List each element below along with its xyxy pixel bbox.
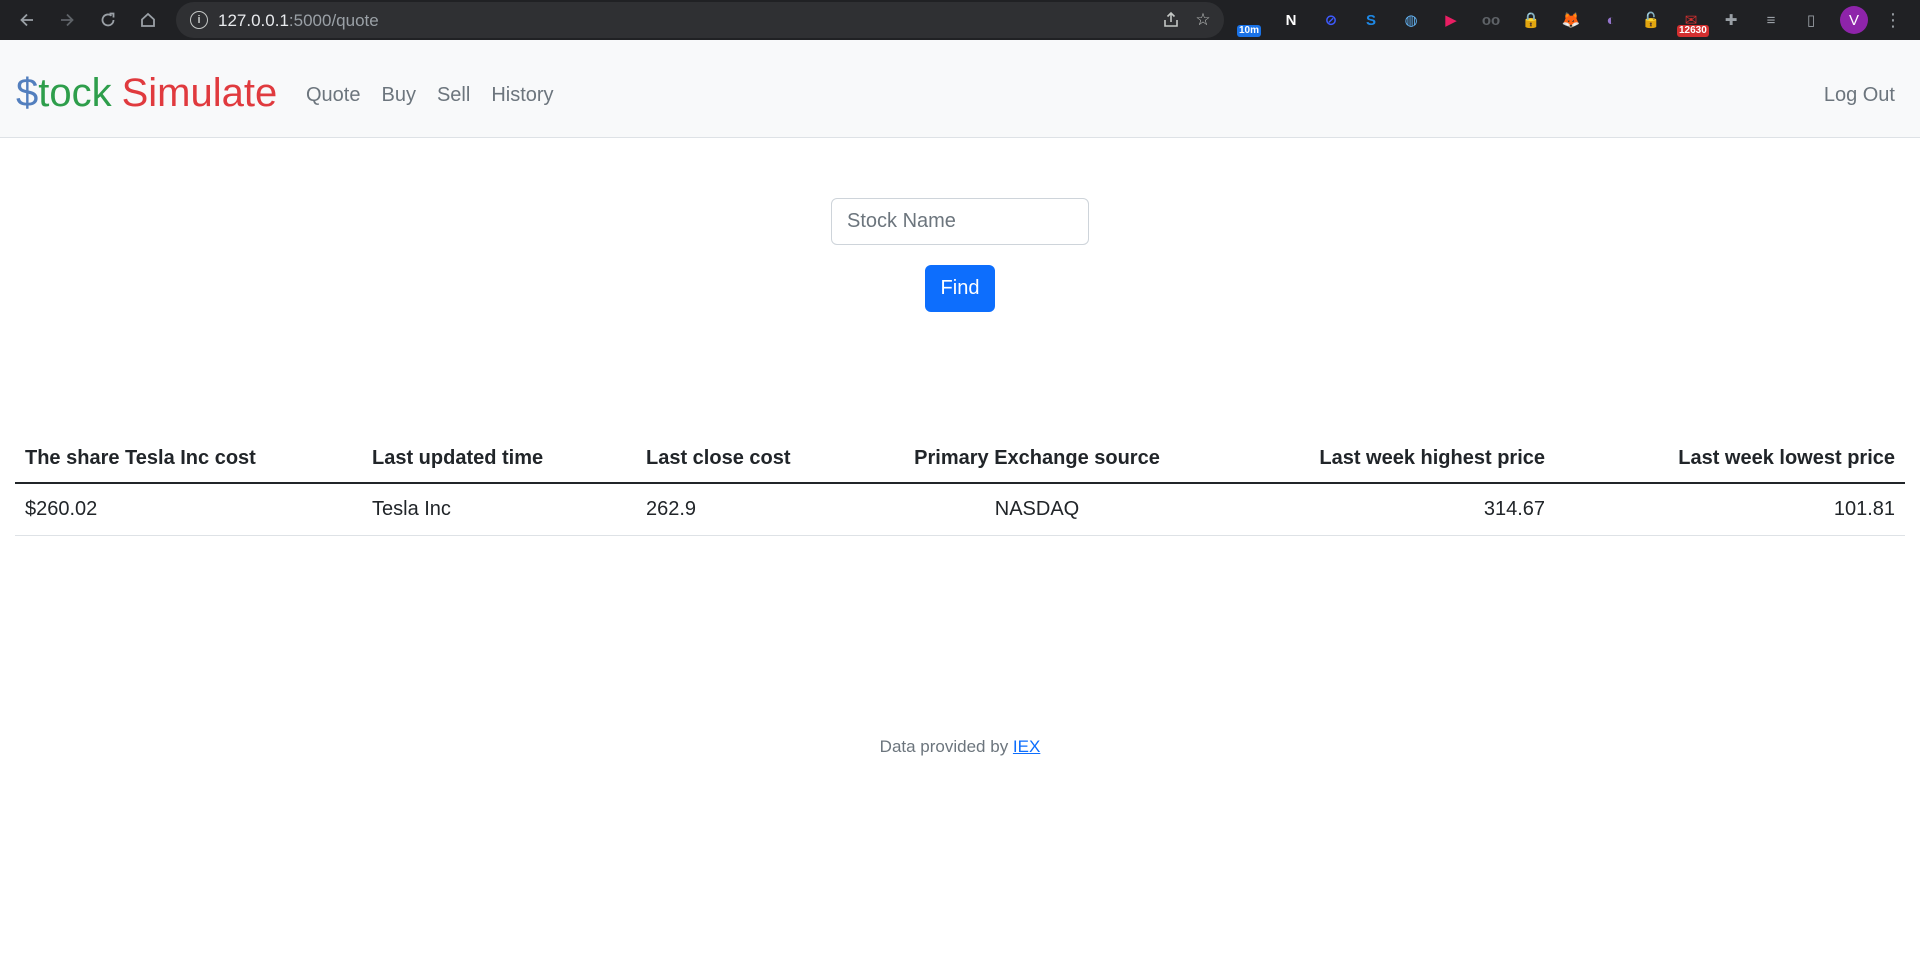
share-icon[interactable] <box>1160 9 1182 31</box>
unlock-icon-glyph: 🔓 <box>1641 12 1661 29</box>
metamask-icon-glyph: 🦊 <box>1561 12 1581 29</box>
reload-icon[interactable] <box>95 7 121 33</box>
find-button[interactable]: Find <box>925 265 995 312</box>
block-icon[interactable]: ⊘ <box>1319 8 1343 32</box>
profile-avatar[interactable]: V <box>1840 6 1868 34</box>
youtube-icon[interactable]: ▶ <box>1439 8 1463 32</box>
translate-icon-glyph: ◍ <box>1404 12 1418 29</box>
shazam-icon-glyph: S <box>1365 11 1376 29</box>
quote-table: The share Tesla Inc cost Last updated ti… <box>15 435 1905 536</box>
home-icon[interactable] <box>135 7 161 33</box>
address-url[interactable]: 127.0.0.1:5000/quote <box>218 11 379 31</box>
nav-sell-link[interactable]: Sell <box>437 84 470 107</box>
app-navbar: $tock Simulate Quote Buy Sell History Log… <box>0 40 1920 138</box>
stock-name-input[interactable] <box>831 198 1089 245</box>
forward-arrow-icon[interactable] <box>54 7 80 33</box>
address-bar[interactable]: i 127.0.0.1:5000/quote ☆ <box>176 2 1224 38</box>
sidepanel-icon[interactable]: ▯ <box>1799 8 1823 32</box>
lock-icon[interactable]: 🔒 <box>1519 8 1543 32</box>
lock-icon-glyph: 🔒 <box>1521 12 1541 29</box>
notion-icon-glyph: N <box>1285 11 1297 29</box>
table-header-row: The share Tesla Inc cost Last updated ti… <box>15 435 1905 484</box>
table-row: $260.02 Tesla Inc 262.9 NASDAQ 314.67 10… <box>15 483 1905 536</box>
header-week-high: Last week highest price <box>1205 435 1555 484</box>
ghost-icon[interactable]: ◐ <box>1599 8 1623 32</box>
cell-last-updated: Tesla Inc <box>362 483 636 536</box>
bookmark-star-icon[interactable]: ☆ <box>1192 9 1214 31</box>
nav-quote-link[interactable]: Quote <box>306 84 360 107</box>
iex-link[interactable]: IEX <box>1013 737 1040 756</box>
reader-icon[interactable]: oo <box>1479 8 1503 32</box>
logout-link[interactable]: Log Out <box>1824 84 1895 107</box>
mail-badge: 12630 <box>1677 25 1709 37</box>
browser-toolbar: i 127.0.0.1:5000/quote ☆ 10m N ⊘ S ◍ ▶ oo 🔒 🦊 ◐ 🔓 ✉… <box>0 0 1920 40</box>
nav-buy-link[interactable]: Buy <box>381 84 415 107</box>
timer-extension-badge: 10m <box>1237 25 1262 37</box>
shazam-icon[interactable]: S <box>1359 8 1383 32</box>
puzzle-icon[interactable]: ✚ <box>1719 8 1743 32</box>
footer-text: Data provided by <box>879 737 1013 756</box>
sidepanel-icon-glyph: ▯ <box>1806 12 1816 29</box>
puzzle-icon-glyph: ✚ <box>1724 12 1738 29</box>
cell-week-high: 314.67 <box>1205 483 1555 536</box>
notion-icon[interactable]: N <box>1279 8 1303 32</box>
cell-week-low: 101.81 <box>1555 483 1905 536</box>
translate-icon[interactable]: ◍ <box>1399 8 1423 32</box>
mail-icon[interactable]: ✉ 12630 <box>1677 8 1709 37</box>
metamask-icon[interactable]: 🦊 <box>1559 8 1583 32</box>
media-icon-glyph: ≡ <box>1766 11 1776 29</box>
site-info-icon[interactable]: i <box>190 11 208 29</box>
header-last-updated: Last updated time <box>362 435 636 484</box>
brand-logo[interactable]: $tock Simulate <box>16 70 277 116</box>
header-exchange: Primary Exchange source <box>869 435 1205 484</box>
cell-last-close: 262.9 <box>636 483 869 536</box>
ghost-icon-glyph: ◐ <box>1606 11 1616 29</box>
media-icon[interactable]: ≡ <box>1759 8 1783 32</box>
reader-icon-glyph: oo <box>1481 11 1501 29</box>
header-week-low: Last week lowest price <box>1555 435 1905 484</box>
unlock-icon[interactable]: 🔓 <box>1639 8 1663 32</box>
cell-share-cost: $260.02 <box>15 483 362 536</box>
nav-history-link[interactable]: History <box>491 84 553 107</box>
cell-exchange: NASDAQ <box>869 483 1205 536</box>
header-share-cost: The share Tesla Inc cost <box>15 435 362 484</box>
youtube-icon-glyph: ▶ <box>1445 12 1457 29</box>
footer: Data provided by IEX <box>0 737 1920 757</box>
header-last-close: Last close cost <box>636 435 869 484</box>
timer-extension-icon[interactable]: 10m <box>1237 8 1263 37</box>
menu-dots-icon[interactable]: ⋮ <box>1880 7 1906 33</box>
block-icon-glyph: ⊘ <box>1324 12 1338 29</box>
nav-links: Quote Buy Sell History <box>306 84 575 107</box>
back-arrow-icon[interactable] <box>14 7 40 33</box>
